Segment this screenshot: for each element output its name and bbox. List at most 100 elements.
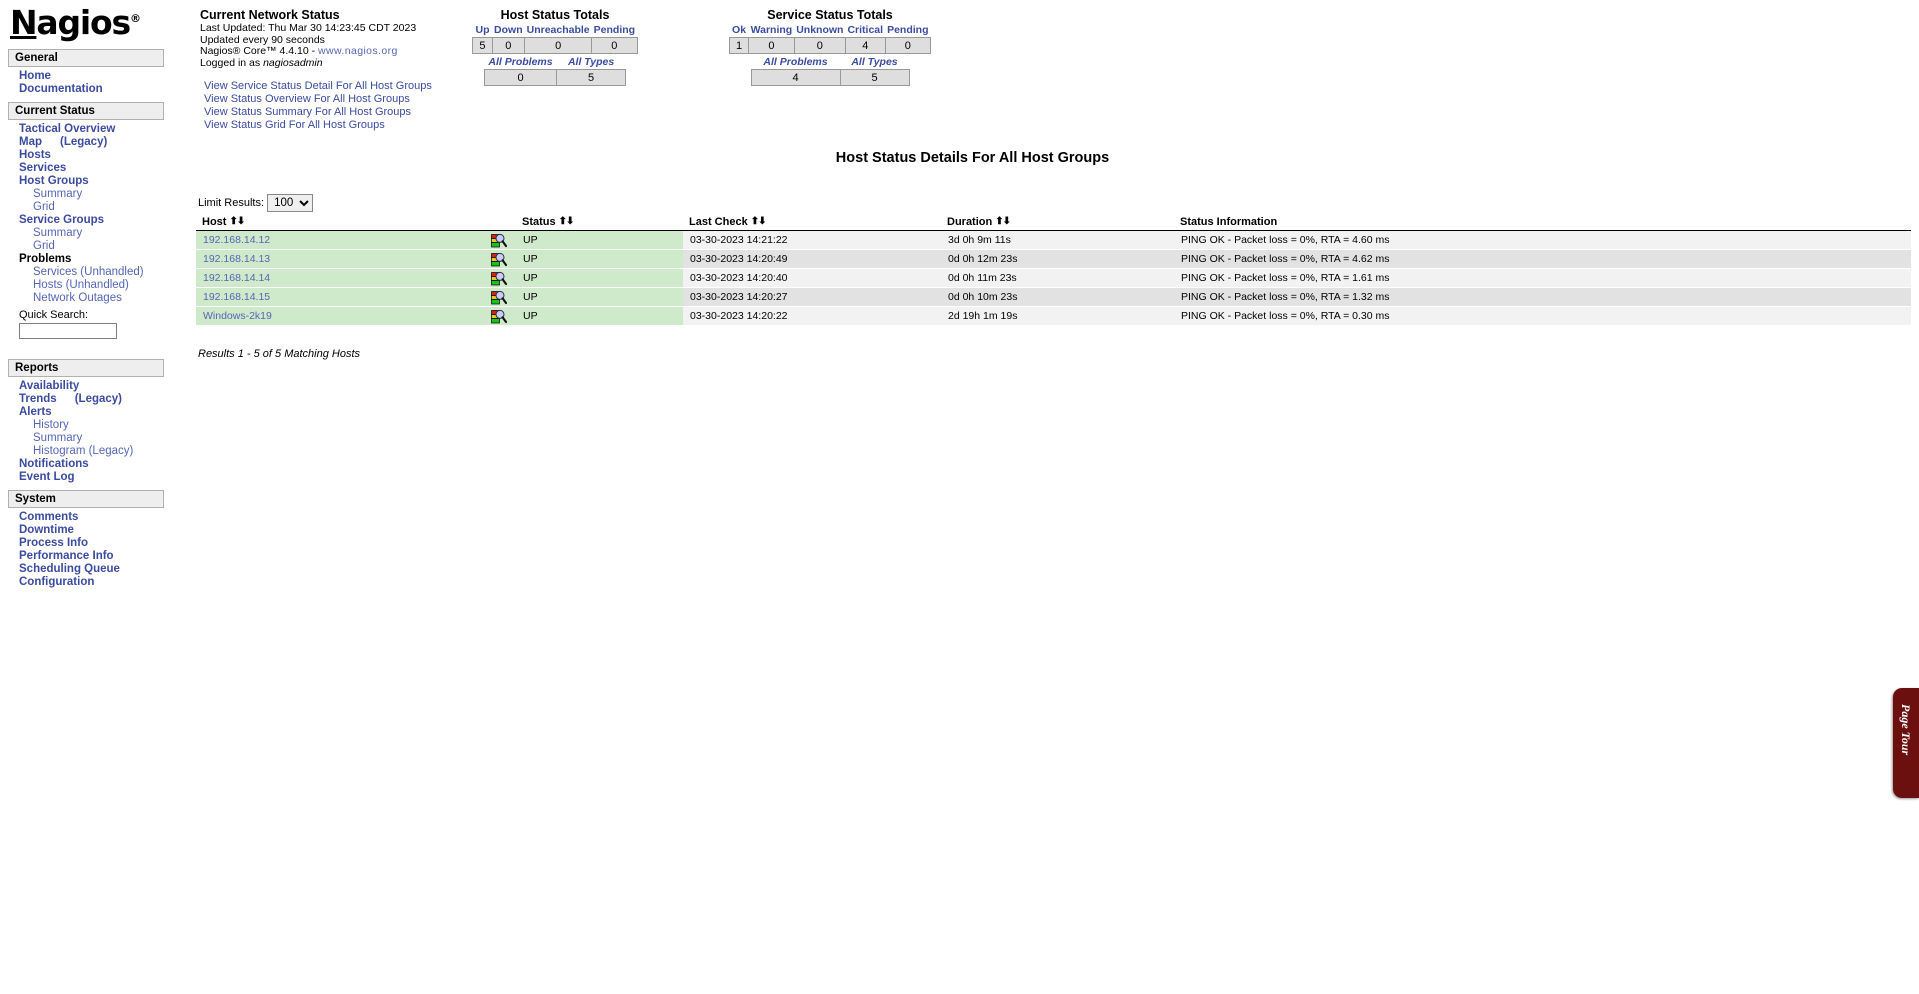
detail-magnifier-icon[interactable] — [491, 309, 508, 325]
host-totals-header-pending[interactable]: Pending — [592, 24, 637, 38]
sidebar-section-current-status: Current Status — [8, 102, 164, 120]
sort-arrows-icon[interactable]: ⬆⬇ — [559, 216, 575, 227]
sidebar-item-label: Alerts — [19, 406, 52, 418]
host-totals-header-row: Up Down Unreachable Pending — [473, 24, 637, 38]
sidebar-item-availability[interactable]: Availability — [0, 380, 172, 393]
sidebar-item-service-groups[interactable]: Service Groups — [0, 214, 172, 227]
nagios-org-link[interactable]: www.nagios.org — [318, 45, 398, 57]
cell-duration: 0d 0h 10m 23s — [941, 287, 1174, 307]
sidebar-item-map[interactable]: Map (Legacy) — [0, 136, 172, 149]
service-totals-value-warning[interactable]: 0 — [748, 37, 795, 54]
sort-arrows-icon[interactable]: ⬆⬇ — [229, 216, 245, 227]
sidebar-item-comments[interactable]: Comments — [0, 511, 172, 524]
nagios-logo[interactable]: Nagios® — [0, 0, 172, 43]
host-totals-value-up[interactable]: 5 — [472, 37, 493, 54]
column-header-last-check: Last Check ⬆⬇ — [683, 215, 941, 231]
sidebar-item-trends[interactable]: Trends (Legacy) — [0, 393, 172, 406]
sidebar-item-label: Summary — [33, 432, 83, 444]
sidebar-item-documentation[interactable]: Documentation — [0, 83, 172, 96]
host-status-totals: Host Status Totals Up Down Unreachable Pend… — [440, 8, 670, 86]
host-all-types-value[interactable]: 5 — [556, 69, 627, 86]
sidebar-item-alerts[interactable]: Alerts — [0, 406, 172, 419]
host-totals-header-up[interactable]: Up — [473, 24, 492, 38]
sidebar-item-home[interactable]: Home — [0, 70, 172, 83]
page-tour-tab[interactable]: Page Tour — [1893, 688, 1919, 798]
cell-duration: 0d 0h 11m 23s — [941, 268, 1174, 288]
cell-status-information: PING OK - Packet loss = 0%, RTA = 1.32 m… — [1174, 287, 1911, 307]
host-all-header-row: All Problems All Types — [484, 54, 625, 70]
host-all-problems-value[interactable]: 0 — [483, 69, 558, 86]
sidebar-section-reports: Reports — [8, 359, 164, 377]
host-link[interactable]: 192.168.14.13 — [203, 253, 270, 265]
sidebar-item-label: Documentation — [19, 83, 103, 95]
detail-magnifier-icon[interactable] — [491, 233, 508, 249]
sidebar-item-services[interactable]: Services — [0, 162, 172, 175]
service-totals-value-ok[interactable]: 1 — [728, 37, 750, 54]
sidebar-item-services[interactable]: Services (Unhandled) — [0, 266, 172, 279]
detail-magnifier-icon[interactable] — [491, 290, 508, 306]
host-totals-value-unreachable[interactable]: 0 — [524, 37, 593, 54]
sidebar-item-label: Host Groups — [19, 175, 89, 187]
view-link-1[interactable]: View Service Status Detail For All Host … — [204, 80, 460, 93]
cell-host: 192.168.14.14 — [196, 268, 516, 288]
sidebar-item-summary[interactable]: Summary — [0, 188, 172, 201]
sidebar-item-downtime[interactable]: Downtime — [0, 524, 172, 537]
sidebar-item-hosts[interactable]: Hosts — [0, 149, 172, 162]
sidebar-item-summary[interactable]: Summary — [0, 227, 172, 240]
detail-magnifier-icon[interactable] — [491, 271, 508, 287]
sidebar-item-network-outages[interactable]: Network Outages — [0, 292, 172, 305]
service-all-problems-value[interactable]: 4 — [750, 69, 841, 86]
sidebar-item-scheduling-queue[interactable]: Scheduling Queue — [0, 563, 172, 576]
sidebar-item-performance-info[interactable]: Performance Info — [0, 550, 172, 563]
cell-duration: 2d 19h 1m 19s — [941, 306, 1174, 326]
host-totals-header-down[interactable]: Down — [492, 24, 525, 38]
sidebar-item-label: Hosts — [33, 279, 63, 291]
host-link[interactable]: 192.168.14.14 — [203, 272, 270, 284]
detail-magnifier-icon[interactable] — [491, 252, 508, 268]
view-link-4[interactable]: View Status Grid For All Host Groups — [204, 119, 460, 132]
sidebar-item-grid[interactable]: Grid — [0, 201, 172, 214]
sidebar-item-notifications[interactable]: Notifications — [0, 458, 172, 471]
sidebar-item-history[interactable]: History — [0, 419, 172, 432]
service-totals-value-unknown[interactable]: 0 — [793, 37, 846, 54]
service-status-totals-title: Service Status Totals — [767, 8, 893, 22]
logo-text: agios — [36, 3, 131, 42]
view-link-3[interactable]: View Status Summary For All Host Groups — [204, 106, 460, 119]
host-totals-value-down[interactable]: 0 — [491, 37, 526, 54]
host-link[interactable]: 192.168.14.15 — [203, 291, 270, 303]
service-totals-value-pending[interactable]: 0 — [884, 37, 932, 54]
sidebar-item-hosts[interactable]: Hosts (Unhandled) — [0, 279, 172, 292]
service-totals-header-warning[interactable]: Warning — [749, 24, 795, 38]
cell-last-check: 03-30-2023 14:20:40 — [683, 268, 941, 288]
limit-results-select[interactable]: 100502510All — [267, 194, 314, 212]
table-header-row: Host ⬆⬇ Status ⬆⬇ Last Check ⬆⬇ Duration ⬆⬇ Stat… — [196, 215, 1911, 231]
view-link-2[interactable]: View Status Overview For All Host Groups — [204, 93, 460, 106]
sort-arrows-icon[interactable]: ⬆⬇ — [751, 216, 767, 227]
host-totals-header-unreachable[interactable]: Unreachable — [525, 24, 592, 38]
sidebar-item-label: Services — [33, 266, 78, 278]
host-link[interactable]: 192.168.14.12 — [203, 234, 270, 246]
service-totals-header-pending[interactable]: Pending — [885, 24, 930, 38]
sidebar-item-configuration[interactable]: Configuration — [0, 576, 172, 589]
service-all-types-value[interactable]: 5 — [839, 69, 910, 86]
sidebar-item-process-info[interactable]: Process Info — [0, 537, 172, 550]
service-totals-value-critical[interactable]: 4 — [844, 37, 886, 54]
host-all-problems-label: All Problems — [488, 56, 553, 68]
sidebar-item-host-groups[interactable]: Host Groups — [0, 175, 172, 188]
host-link[interactable]: Windows-2k19 — [203, 310, 272, 322]
cell-status: UP — [516, 287, 683, 307]
service-totals-header-unknown[interactable]: Unknown — [794, 24, 845, 38]
table-row: 192.168.14.13 UP 03-30-2023 14:20:49 0d 0h … — [196, 249, 1911, 269]
sidebar-item-summary[interactable]: Summary — [0, 432, 172, 445]
sidebar-item-histogram[interactable]: Histogram (Legacy) — [0, 445, 172, 458]
service-totals-header-ok[interactable]: Ok — [729, 24, 748, 38]
service-totals-header-critical[interactable]: Critical — [845, 24, 885, 38]
view-links-list: View Service Status Detail For All Host … — [200, 80, 460, 132]
sort-arrows-icon[interactable]: ⬆⬇ — [995, 216, 1011, 227]
sidebar-item-event-log[interactable]: Event Log — [0, 471, 172, 484]
logo-letter-n: N — [10, 3, 38, 42]
sidebar-item-grid[interactable]: Grid — [0, 240, 172, 253]
sidebar-item-tactical-overview[interactable]: Tactical Overview — [0, 123, 172, 136]
quick-search-input[interactable] — [19, 323, 117, 339]
host-totals-value-pending[interactable]: 0 — [591, 37, 638, 54]
